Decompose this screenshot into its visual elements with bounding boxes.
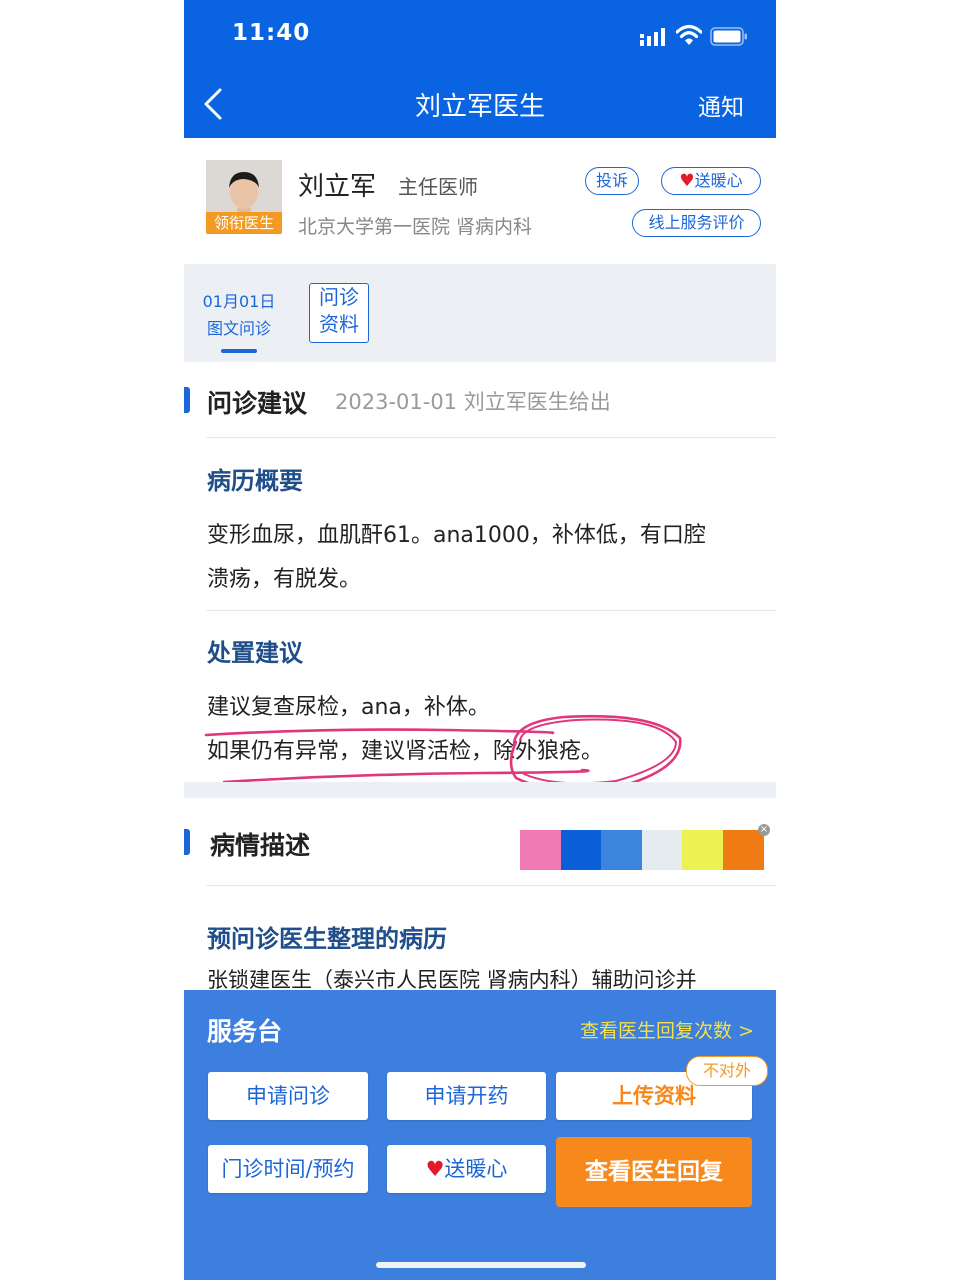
color-swatch	[682, 830, 723, 870]
color-swatch-strip	[520, 830, 764, 870]
view-doctor-reply-button[interactable]: 查看医生回复	[556, 1137, 752, 1207]
not-public-badge: 不对外	[686, 1056, 768, 1086]
close-icon[interactable]: ×	[758, 824, 770, 836]
send-gift-panel-button[interactable]: ♥送暖心	[387, 1145, 546, 1193]
color-swatch	[520, 830, 561, 870]
section-marker	[184, 829, 190, 855]
color-swatch	[722, 830, 764, 870]
color-swatch	[560, 830, 602, 870]
color-swatch	[601, 830, 642, 870]
pre-record-heading: 预问诊医生整理的病历	[207, 925, 447, 953]
divider	[206, 885, 776, 886]
send-gift-panel-label: 送暖心	[444, 1157, 508, 1181]
phone-screen: 11:40 刘立军医生 通知 领衔医生 刘立军 主任医师 北京大学第一医院 肾病…	[184, 0, 776, 1280]
description-section-title: 病情描述	[210, 831, 311, 860]
heart-icon: ♥	[425, 1157, 445, 1181]
apply-consult-button[interactable]: 申请问诊	[208, 1072, 368, 1120]
service-panel: 服务台 查看医生回复次数 >	[184, 990, 776, 1280]
handwritten-highlight-annotation	[204, 714, 682, 791]
section-separator	[184, 782, 776, 798]
view-reply-count-link[interactable]: 查看医生回复次数 >	[580, 1016, 754, 1043]
clinic-schedule-button[interactable]: 门诊时间/预约	[208, 1145, 368, 1193]
home-indicator	[376, 1262, 586, 1268]
apply-prescription-button[interactable]: 申请开药	[387, 1072, 546, 1120]
color-swatch	[641, 830, 683, 870]
service-panel-title: 服务台	[207, 1017, 283, 1046]
